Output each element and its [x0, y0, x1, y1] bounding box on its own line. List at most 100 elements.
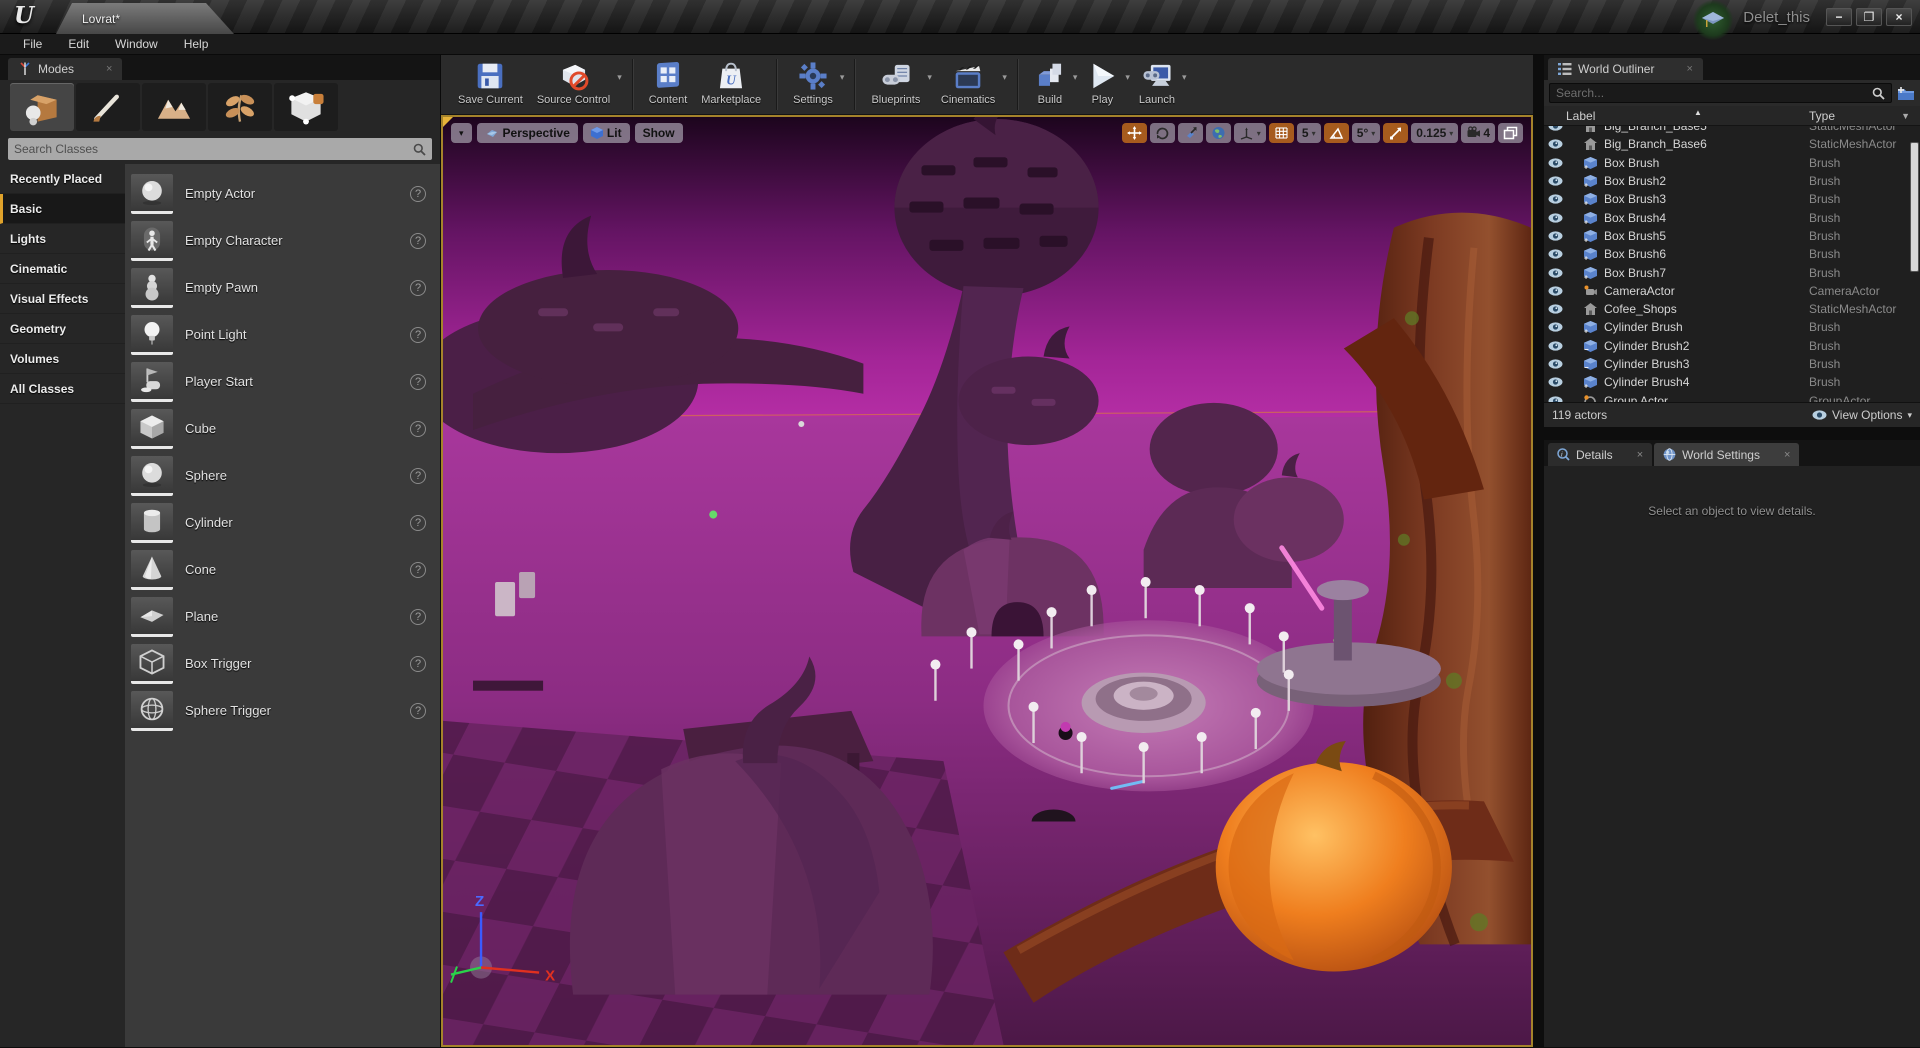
help-icon[interactable]: ? — [410, 609, 426, 625]
outliner-scrollbar[interactable] — [1910, 142, 1919, 272]
visibility-eye-icon[interactable] — [1544, 377, 1566, 387]
visibility-eye-icon[interactable] — [1544, 322, 1566, 332]
geometry-mode-icon[interactable] — [274, 83, 338, 131]
snap-value-button[interactable]: 5°▾ — [1352, 123, 1381, 143]
label-column-header[interactable]: Label — [1566, 109, 1595, 123]
scalesnap-control[interactable] — [1383, 123, 1408, 143]
cinematics-button[interactable]: Cinematics — [934, 55, 1002, 114]
play-button[interactable]: Play — [1079, 55, 1125, 114]
type-filter-icon[interactable]: ▼ — [1901, 111, 1910, 121]
rotate-control[interactable] — [1150, 123, 1175, 143]
placeable-player-start[interactable]: Player Start ? — [125, 358, 440, 405]
maximize-control[interactable] — [1498, 123, 1523, 143]
dropdown-arrow-icon[interactable]: ▾ — [617, 72, 622, 83]
placeable-sphere-trigger[interactable]: Sphere Trigger ? — [125, 687, 440, 734]
outliner-row[interactable]: CameraActor CameraActor — [1544, 282, 1920, 300]
visibility-eye-icon[interactable] — [1544, 268, 1566, 278]
outliner-row[interactable]: + Cylinder Brush4 Brush — [1544, 373, 1920, 391]
outliner-row[interactable]: − Cylinder Brush3 Brush — [1544, 355, 1920, 373]
build-button[interactable]: Build — [1027, 55, 1073, 114]
blueprints-button[interactable]: Blueprints — [864, 55, 927, 114]
outliner-row[interactable]: + Cylinder Brush Brush — [1544, 318, 1920, 336]
perspective-button[interactable]: Perspective — [477, 123, 578, 143]
type-column-header[interactable]: Type — [1809, 109, 1835, 123]
help-icon[interactable]: ? — [410, 421, 426, 437]
placeable-box-trigger[interactable]: Box Trigger ? — [125, 640, 440, 687]
help-icon[interactable]: ? — [410, 656, 426, 672]
viewport[interactable]: Z X ▾ Perspective — [441, 115, 1533, 1047]
dropdown-arrow-icon[interactable]: ▾ — [1002, 72, 1007, 83]
outliner-row[interactable]: Group Actor GroupActor — [1544, 391, 1920, 402]
outliner-row[interactable]: + Box Brush2 Brush — [1544, 172, 1920, 190]
place-mode-icon[interactable] — [10, 83, 74, 131]
create-folder-icon[interactable] — [1897, 86, 1915, 101]
world-settings-tab[interactable]: World Settings × — [1654, 443, 1799, 466]
menu-item-edit[interactable]: Edit — [55, 34, 102, 54]
content-button[interactable]: Content — [642, 55, 695, 114]
help-icon[interactable]: ? — [410, 186, 426, 202]
minimize-button[interactable]: − — [1826, 8, 1852, 26]
marketplace-button[interactable]: U Marketplace — [694, 55, 768, 114]
lit-mode-button[interactable]: Lit — [583, 123, 630, 143]
outliner-tab-close-icon[interactable]: × — [1686, 63, 1692, 75]
level-tab[interactable]: Lovrat* — [56, 3, 234, 34]
visibility-eye-icon[interactable] — [1544, 286, 1566, 296]
placeable-sphere[interactable]: Sphere ? — [125, 452, 440, 499]
menu-item-window[interactable]: Window — [102, 34, 171, 54]
paint-mode-icon[interactable] — [76, 83, 140, 131]
help-icon[interactable]: ? — [410, 562, 426, 578]
axes-control[interactable]: ▾ — [1234, 123, 1266, 143]
dropdown-arrow-icon[interactable]: ▾ — [1125, 72, 1130, 83]
outliner-row[interactable]: + Box Brush3 Brush — [1544, 190, 1920, 208]
snap-value-button[interactable]: 5▾ — [1297, 123, 1321, 143]
help-icon[interactable]: ? — [410, 515, 426, 531]
outliner-row[interactable]: Big_Branch_Base5 StaticMeshActor — [1544, 126, 1920, 135]
dropdown-arrow-icon[interactable]: ▾ — [1182, 72, 1187, 83]
visibility-eye-icon[interactable] — [1544, 194, 1566, 204]
placeable-cylinder[interactable]: Cylinder ? — [125, 499, 440, 546]
outliner-row[interactable]: Cofee_Shops StaticMeshActor — [1544, 300, 1920, 318]
visibility-eye-icon[interactable] — [1544, 213, 1566, 223]
search-classes-input[interactable]: Search Classes — [8, 138, 432, 160]
outliner-row[interactable]: + Box Brush5 Brush — [1544, 227, 1920, 245]
outliner-row[interactable]: − Cylinder Brush2 Brush — [1544, 337, 1920, 355]
category-cinematic[interactable]: Cinematic — [0, 254, 125, 284]
restore-button[interactable]: ❐ — [1856, 8, 1882, 26]
visibility-eye-icon[interactable] — [1544, 126, 1566, 131]
visibility-eye-icon[interactable] — [1544, 231, 1566, 241]
viewport-scene[interactable]: Z X — [443, 117, 1531, 1045]
category-volumes[interactable]: Volumes — [0, 344, 125, 374]
foliage-mode-icon[interactable] — [208, 83, 272, 131]
visibility-eye-icon[interactable] — [1544, 304, 1566, 314]
visibility-eye-icon[interactable] — [1544, 176, 1566, 186]
help-icon[interactable]: ? — [410, 374, 426, 390]
visibility-eye-icon[interactable] — [1544, 249, 1566, 259]
source-control-button[interactable]: Source Control — [530, 55, 617, 114]
visibility-eye-icon[interactable] — [1544, 139, 1566, 149]
placeable-empty-character[interactable]: Empty Character ? — [125, 217, 440, 264]
placeable-cone[interactable]: Cone ? — [125, 546, 440, 593]
outliner-row[interactable]: Big_Branch_Base6 StaticMeshActor — [1544, 135, 1920, 153]
category-recently-placed[interactable]: Recently Placed — [0, 164, 125, 194]
category-all-classes[interactable]: All Classes — [0, 374, 125, 404]
outliner-row[interactable]: + Box Brush Brush — [1544, 154, 1920, 172]
placeable-cube[interactable]: Cube ? — [125, 405, 440, 452]
help-icon[interactable]: ? — [410, 280, 426, 296]
viewport-options-button[interactable]: ▾ — [451, 123, 472, 143]
dropdown-arrow-icon[interactable]: ▾ — [840, 72, 845, 83]
visibility-eye-icon[interactable] — [1544, 341, 1566, 351]
world-control[interactable] — [1206, 123, 1231, 143]
scale-control[interactable] — [1178, 123, 1203, 143]
modes-tab-close-icon[interactable]: × — [106, 63, 112, 75]
category-geometry[interactable]: Geometry — [0, 314, 125, 344]
help-icon[interactable]: ? — [410, 703, 426, 719]
details-tab-close-icon[interactable]: × — [1637, 449, 1643, 461]
view-options-button[interactable]: View Options ▾ — [1812, 408, 1912, 422]
outliner-header-row[interactable]: Label ▲ Type ▼ — [1544, 106, 1920, 126]
save-current-button[interactable]: Save Current — [451, 55, 530, 114]
landscape-mode-icon[interactable] — [142, 83, 206, 131]
category-lights[interactable]: Lights — [0, 224, 125, 254]
help-icon[interactable]: ? — [410, 327, 426, 343]
outliner-row[interactable]: + Box Brush7 Brush — [1544, 263, 1920, 281]
details-tab[interactable]: i Details × — [1548, 443, 1652, 466]
